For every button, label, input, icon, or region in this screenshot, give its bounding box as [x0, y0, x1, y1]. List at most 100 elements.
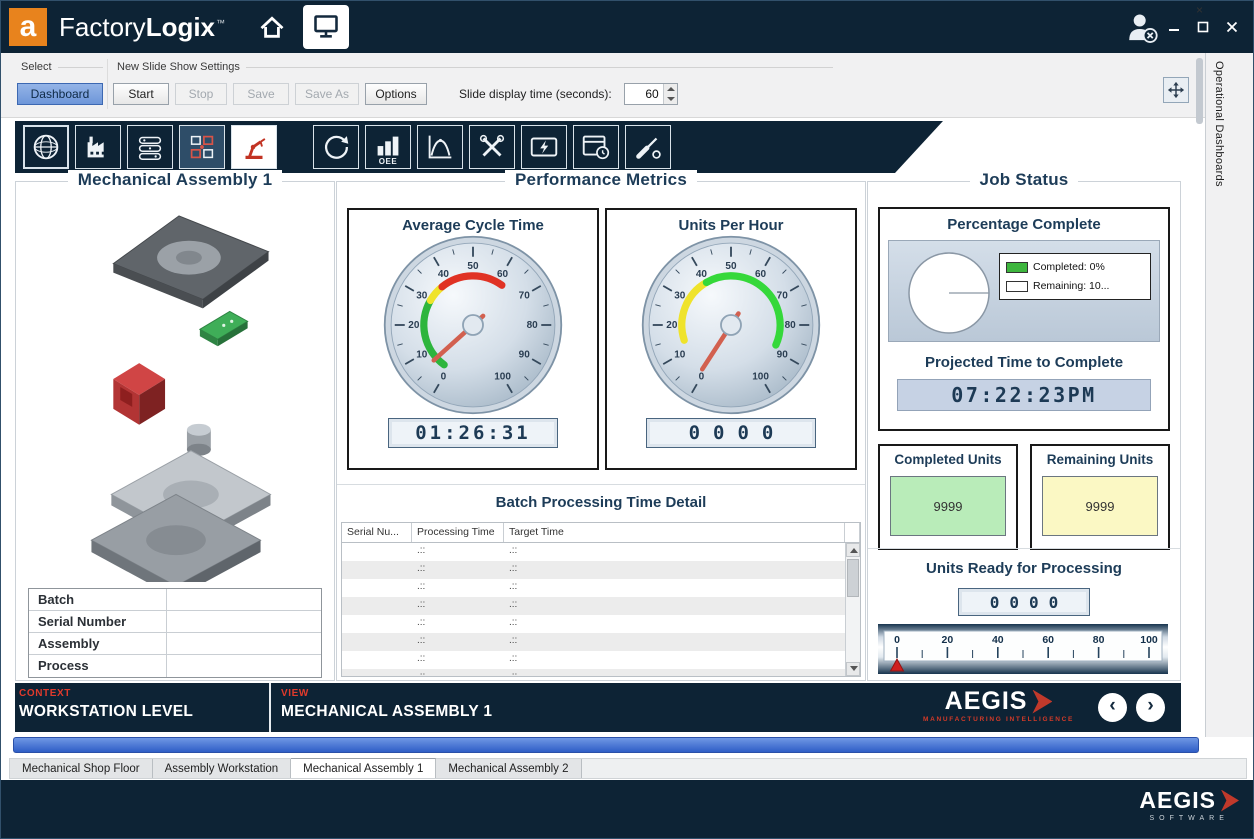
- info-row-value: [167, 633, 321, 654]
- info-row-label: Process: [29, 655, 167, 677]
- user-session-button[interactable]: [1121, 9, 1161, 47]
- home-button[interactable]: [249, 5, 295, 49]
- save-button[interactable]: Save: [233, 83, 289, 105]
- robot-cell-view-button[interactable]: [231, 125, 277, 169]
- batch-table-cell: [342, 615, 412, 633]
- global-view-button[interactable]: [23, 125, 69, 169]
- units-per-hour-gauge: 0102030405060708090100: [607, 234, 855, 416]
- info-row: Batch: [29, 589, 321, 611]
- column-header-target-time[interactable]: Target Time: [504, 523, 845, 542]
- oee-button[interactable]: OEE: [365, 125, 411, 169]
- operational-dashboards-tab[interactable]: Operational Dashboards: [1213, 61, 1225, 187]
- workstation-view-button[interactable]: [179, 125, 225, 169]
- batch-table-cell: .::: [504, 669, 845, 676]
- brand-trademark: ™: [216, 18, 225, 28]
- dashboard-button[interactable]: Dashboard: [17, 83, 103, 105]
- previous-slide-button[interactable]: ‹: [1098, 693, 1127, 722]
- scrollbar-thumb[interactable]: [847, 559, 859, 597]
- scroll-down-arrow-icon[interactable]: [846, 662, 860, 676]
- aegis-arrow-icon: [1221, 790, 1239, 812]
- batch-table-scrollbar[interactable]: [845, 543, 860, 676]
- legend-label: Completed: 0%: [1033, 261, 1105, 273]
- batch-table-cell: .::: [412, 633, 504, 651]
- close-button[interactable]: [1225, 21, 1239, 33]
- tab-mechanical-shop-floor[interactable]: Mechanical Shop Floor: [10, 759, 153, 778]
- slide-navigation: ‹ ›: [1098, 693, 1165, 722]
- legend-swatch: [1006, 262, 1028, 273]
- spinner-up-button[interactable]: [664, 84, 677, 94]
- pan-layout-button[interactable]: [1163, 77, 1189, 103]
- svg-text:60: 60: [1042, 634, 1054, 646]
- batch-table-body: .::.::.::.::.::.::.::.::.::.::.::.::.::.…: [342, 543, 845, 676]
- assembly-line-icon: [133, 130, 167, 164]
- next-slide-button[interactable]: ›: [1136, 693, 1165, 722]
- maintenance-button[interactable]: [469, 125, 515, 169]
- rail-scrollbar-thumb[interactable]: [1196, 58, 1203, 124]
- slideshow-group-label: New Slide Show Settings: [117, 61, 240, 73]
- tooling-button[interactable]: [625, 125, 671, 169]
- aegis-tagline: MANUFACTURING INTELLIGENCE: [923, 716, 1074, 723]
- batch-table-cell: .::: [412, 543, 504, 561]
- batch-table-row[interactable]: .::.::: [342, 543, 845, 561]
- home-icon: [257, 13, 287, 41]
- monitor-icon: [311, 13, 341, 41]
- start-button[interactable]: Start: [113, 83, 169, 105]
- assembly-info-table: BatchSerial NumberAssemblyProcess: [28, 588, 322, 678]
- column-header-serial[interactable]: Serial Nu...: [342, 523, 412, 542]
- cycle-time-button[interactable]: [313, 125, 359, 169]
- tab-mechanical-assembly-2[interactable]: Mechanical Assembly 2: [436, 759, 581, 778]
- options-button[interactable]: Options: [365, 83, 427, 105]
- view-block: VIEW MECHANICAL ASSEMBLY 1: [281, 688, 492, 721]
- batch-table-cell: [342, 543, 412, 561]
- aegis-logo: AEGIS MANUFACTURING INTELLIGENCE: [923, 689, 1074, 723]
- oee-icon-label: OEE: [366, 157, 410, 166]
- spc-analysis-button[interactable]: [417, 125, 463, 169]
- percentage-complete-title: Percentage Complete: [880, 216, 1168, 233]
- batch-table-row[interactable]: .::.::: [342, 597, 845, 615]
- stop-button[interactable]: Stop: [175, 83, 227, 105]
- batch-table-row[interactable]: .::.::: [342, 579, 845, 597]
- info-row-value: [167, 611, 321, 632]
- select-group: Select Dashboard: [17, 61, 103, 105]
- batch-table-row[interactable]: .::.::: [342, 669, 845, 676]
- svg-text:60: 60: [497, 269, 509, 280]
- power-lightning-icon: [527, 130, 561, 164]
- maximize-button[interactable]: [1196, 21, 1210, 33]
- remaining-units-value: 9999: [1042, 476, 1158, 536]
- save-as-button[interactable]: Save As: [295, 83, 359, 105]
- toolbar-angled-edge: [895, 121, 943, 173]
- slide-time-input[interactable]: 60: [625, 84, 663, 104]
- batch-table-cell: .::: [412, 579, 504, 597]
- horizontal-scrollbar-thumb[interactable]: [13, 737, 1199, 753]
- window-controls: [1167, 21, 1239, 33]
- batch-table-row[interactable]: .::.::: [342, 651, 845, 669]
- projected-time-display: 07:22:23PM: [897, 379, 1151, 411]
- horizontal-scrollbar[interactable]: [13, 737, 1199, 753]
- linear-scale: 020406080100: [881, 623, 1165, 675]
- operational-dashboards-rail: Operational Dashboards: [1205, 53, 1254, 737]
- screwdriver-icon: [631, 130, 665, 164]
- batch-table-row[interactable]: .::.::: [342, 561, 845, 579]
- batch-table-cell: [342, 597, 412, 615]
- factory-view-button[interactable]: [75, 125, 121, 169]
- column-header-processing-time[interactable]: Processing Time: [412, 523, 504, 542]
- brand-suffix: Logix: [146, 12, 215, 42]
- equipment-power-button[interactable]: [521, 125, 567, 169]
- scroll-up-arrow-icon[interactable]: [846, 543, 860, 557]
- dashboards-view-button[interactable]: [303, 5, 349, 49]
- tab-strip-close-button[interactable]: ×: [1196, 3, 1203, 17]
- schedule-button[interactable]: [573, 125, 619, 169]
- spinner-down-button[interactable]: [664, 94, 677, 104]
- batch-table-row[interactable]: .::.::: [342, 615, 845, 633]
- batch-table-row[interactable]: .::.::: [342, 633, 845, 651]
- tab-mechanical-assembly-1[interactable]: Mechanical Assembly 1: [291, 758, 436, 778]
- svg-text:70: 70: [777, 291, 789, 302]
- svg-text:80: 80: [1093, 634, 1105, 646]
- line-view-button[interactable]: [127, 125, 173, 169]
- svg-text:90: 90: [519, 350, 531, 361]
- tab-assembly-workstation[interactable]: Assembly Workstation: [153, 759, 292, 778]
- title-bar: a FactoryLogix™: [1, 1, 1253, 53]
- batch-table-cell: .::: [504, 615, 845, 633]
- svg-text:80: 80: [527, 320, 539, 331]
- minimize-button[interactable]: [1167, 21, 1181, 33]
